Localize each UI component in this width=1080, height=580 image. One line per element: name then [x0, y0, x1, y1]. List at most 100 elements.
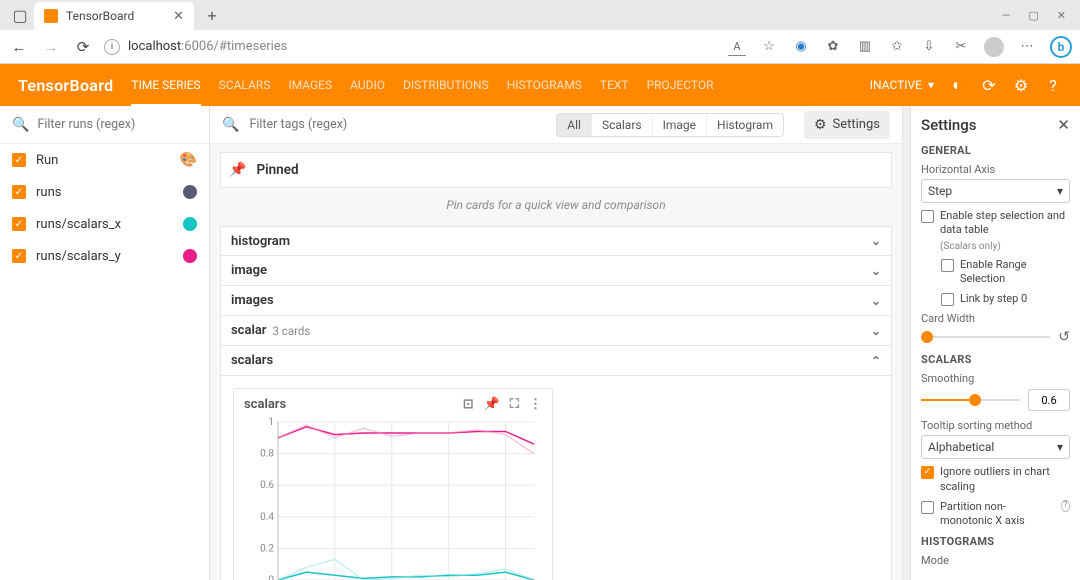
run-checkbox[interactable]: ✓ [12, 185, 26, 199]
enable-range-checkbox[interactable]: Enable Range Selection [941, 258, 1070, 287]
filter-image[interactable]: Image [653, 114, 707, 136]
partition-x-label: Partition non-monotonic X axis [940, 500, 1051, 529]
run-color-swatch[interactable] [183, 217, 197, 231]
close-settings-icon[interactable]: ✕ [1057, 116, 1070, 134]
section-label: image [231, 263, 267, 278]
help-tooltip-icon[interactable]: ? [1061, 500, 1070, 512]
tab-images[interactable]: IMAGES [288, 64, 332, 107]
section-scalars[interactable]: scalars ⌃ [220, 346, 892, 376]
run-checkbox[interactable]: ✓ [12, 153, 26, 167]
card-fullscreen-icon[interactable]: ⛶ [510, 397, 519, 412]
chevron-down-icon: ⌄ [871, 264, 881, 278]
ignore-outliers-checkbox[interactable]: ✓ Ignore outliers in chart scaling [921, 465, 1070, 494]
run-color-swatch[interactable] [183, 185, 197, 199]
more-icon[interactable]: ⋯ [1018, 38, 1036, 56]
window-minimize-icon[interactable]: ― [1002, 9, 1011, 22]
card-line-toggle-icon[interactable]: ⊡ [463, 397, 474, 412]
favorite-icon[interactable]: ☆ [760, 38, 778, 56]
tab-time-series[interactable]: TIME SERIES [131, 64, 200, 107]
horizontal-axis-select[interactable]: Step ▾ [921, 179, 1070, 203]
new-tab-button[interactable]: + [200, 6, 224, 25]
settings-button[interactable]: ⚙ Settings [804, 111, 890, 139]
filter-runs-input[interactable] [37, 117, 197, 132]
link-step-checkbox[interactable]: Link by step 0 [941, 292, 1070, 306]
section-count: 3 cards [272, 324, 310, 338]
run-row[interactable]: ✓ runs/scalars_y [0, 240, 209, 272]
card-width-slider[interactable] [921, 335, 1050, 339]
pinned-header[interactable]: 📌 Pinned [220, 152, 892, 188]
run-label: runs [36, 185, 61, 200]
refresh-button[interactable]: ⟳ [72, 38, 94, 56]
reload-icon[interactable]: ⟳ [980, 76, 998, 94]
downloads-icon[interactable]: ⇩ [920, 38, 938, 56]
extensions-icon[interactable]: ✿ [824, 38, 842, 56]
section-histogram[interactable]: histogram ⌄ [220, 226, 892, 256]
svg-text:1: 1 [268, 417, 274, 428]
profile-icon[interactable] [984, 37, 1004, 57]
scrollbar[interactable] [902, 106, 910, 580]
chevron-down-icon: ▾ [928, 78, 934, 92]
run-row[interactable]: ✓ runs/scalars_x [0, 208, 209, 240]
filter-all[interactable]: All [557, 114, 592, 136]
run-checkbox[interactable]: ✓ [12, 249, 26, 263]
section-images[interactable]: images ⌄ [220, 286, 892, 316]
card-pin-icon[interactable]: 📌 [484, 397, 500, 412]
chevron-down-icon: ⌄ [871, 234, 881, 248]
svg-text:0.4: 0.4 [260, 512, 274, 523]
bing-icon[interactable]: b [1050, 36, 1072, 58]
theme-toggle-icon[interactable]: ◐ [948, 76, 966, 94]
filter-histogram[interactable]: Histogram [707, 114, 783, 136]
smoothing-slider[interactable] [921, 398, 1020, 402]
site-info-icon[interactable]: i [104, 39, 120, 55]
filter-tags-input[interactable] [249, 117, 546, 132]
addressbar-icons: A ☆ ◉ ✿ ▥ ✩ ⇩ ✂ ⋯ b [728, 36, 1072, 58]
reset-icon[interactable]: ↺ [1058, 329, 1070, 345]
horizontal-axis-value: Step [928, 184, 952, 198]
gear-icon: ⚙ [814, 117, 827, 133]
search-icon: 🔍 [222, 117, 239, 133]
run-row-header[interactable]: ✓ Run 🎨 [0, 144, 209, 176]
run-checkbox[interactable]: ✓ [12, 217, 26, 231]
scalar-chart[interactable]: 00.20.40.60.8102468 ◢ [244, 416, 540, 580]
tab-text[interactable]: TEXT [600, 64, 629, 107]
tab-close-icon[interactable]: ✕ [173, 9, 184, 24]
url-field[interactable]: i localhost:6006/#timeseries [104, 39, 718, 55]
coupons-icon[interactable]: ✂ [952, 38, 970, 56]
section-scalars: SCALARS [921, 353, 1070, 366]
run-color-swatch[interactable] [183, 249, 197, 263]
partition-x-checkbox[interactable]: Partition non-monotonic X axis ? [921, 500, 1070, 529]
filter-scalars[interactable]: Scalars [592, 114, 653, 136]
enable-step-checkbox[interactable]: Enable step selection and data table [921, 209, 1070, 238]
smoothing-input[interactable] [1028, 389, 1070, 411]
tab-scalars[interactable]: SCALARS [219, 64, 271, 107]
tab-histograms[interactable]: HISTOGRAMS [507, 64, 582, 107]
checkbox-icon: ✓ [921, 466, 934, 479]
read-aloud-icon[interactable]: A [728, 38, 746, 56]
settings-panel: Settings ✕ GENERAL Horizontal Axis Step … [910, 106, 1080, 580]
reload-status-select[interactable]: INACTIVE ▾ [870, 78, 934, 92]
settings-button-label: Settings [833, 117, 880, 132]
back-button[interactable]: ← [8, 38, 30, 56]
section-image[interactable]: image ⌄ [220, 256, 892, 286]
window-maximize-icon[interactable]: ▢ [1028, 9, 1038, 22]
favorites-bar-icon[interactable]: ✩ [888, 38, 906, 56]
tab-distributions[interactable]: DISTRIBUTIONS [403, 64, 489, 107]
tooltip-sort-select[interactable]: Alphabetical ▾ [921, 435, 1070, 459]
collections-icon[interactable]: ▥ [856, 38, 874, 56]
tab-projector[interactable]: PROJECTOR [647, 64, 714, 107]
run-row[interactable]: ✓ runs [0, 176, 209, 208]
window-close-icon[interactable]: ✕ [1057, 9, 1066, 22]
settings-gear-icon[interactable]: ⚙ [1012, 76, 1030, 94]
browser-tab[interactable]: TensorBoard ✕ [34, 2, 194, 30]
section-scalar[interactable]: scalar 3 cards ⌄ [220, 316, 892, 346]
checkbox-icon [941, 259, 954, 272]
palette-icon[interactable]: 🎨 [180, 152, 197, 168]
tab-overview-icon[interactable]: ▢ [6, 3, 34, 27]
smoothing-label: Smoothing [921, 372, 1070, 385]
section-label: scalar [231, 323, 266, 338]
card-menu-icon[interactable]: ⋮ [529, 397, 542, 412]
reload-status-label: INACTIVE [870, 78, 922, 92]
shield-icon[interactable]: ◉ [792, 38, 810, 56]
tab-audio[interactable]: AUDIO [350, 64, 385, 107]
help-icon[interactable]: ? [1044, 76, 1062, 94]
